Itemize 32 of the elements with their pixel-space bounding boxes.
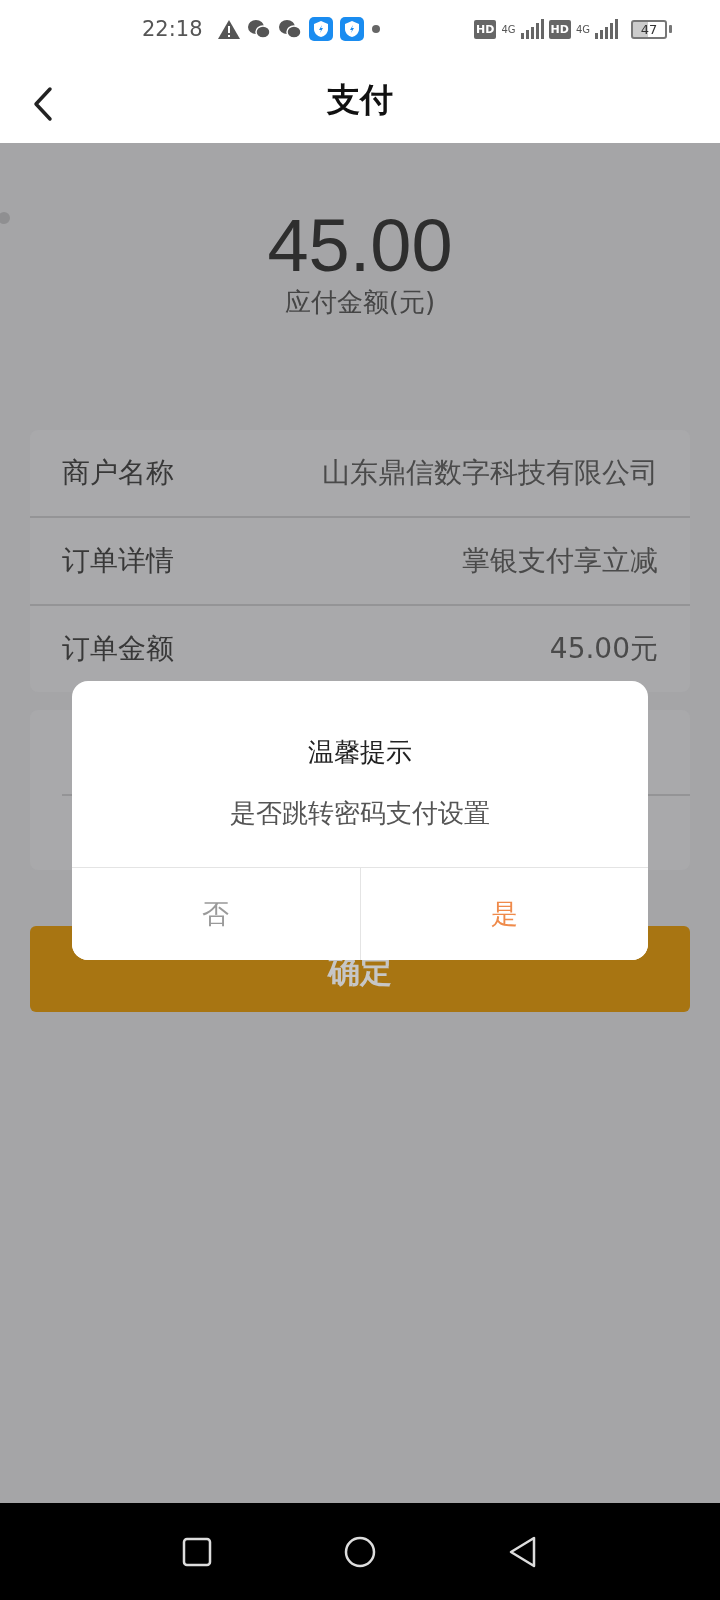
dialog-title: 温馨提示 <box>308 736 412 769</box>
hd-badge: HD <box>548 19 571 39</box>
battery-level: 47 <box>631 19 667 39</box>
signal-icon <box>595 19 618 39</box>
detail-label: 商户名称 <box>62 455 174 491</box>
dialog-message: 是否跳转密码支付设置 <box>230 797 490 830</box>
clock-time: 22:18 <box>142 17 203 41</box>
page-title: 支付 <box>327 79 393 121</box>
detail-label: 订单金额 <box>62 631 174 667</box>
detail-value: 掌银支付享立减 <box>462 543 658 579</box>
chat-bubbles-icon <box>277 18 302 40</box>
home-button[interactable] <box>344 1535 376 1568</box>
detail-value: 45.00元 <box>549 631 658 667</box>
shield-icon <box>308 17 333 41</box>
detail-label: 订单详情 <box>62 543 174 579</box>
amount-label: 应付金额(元) <box>284 286 436 319</box>
signal-icon <box>520 19 544 39</box>
payment-amount: 45.00 <box>267 203 453 289</box>
detail-value: 山东鼎信数字科技有限公司 <box>322 455 658 491</box>
chat-bubbles-icon <box>246 18 271 40</box>
confirm-dialog-button[interactable]: 是 <box>359 868 648 960</box>
network-type: 4G <box>501 23 516 35</box>
network-type: 4G <box>575 23 590 35</box>
back-nav-button[interactable] <box>508 1535 538 1568</box>
triangle-icon <box>508 1535 538 1568</box>
circle-icon <box>344 1535 376 1568</box>
shield-icon <box>339 17 364 41</box>
square-icon <box>182 1536 212 1567</box>
dot-icon <box>370 24 381 34</box>
hd-badge: HD <box>474 19 497 39</box>
recent-apps-button[interactable] <box>182 1536 212 1567</box>
warning-icon <box>217 19 240 39</box>
